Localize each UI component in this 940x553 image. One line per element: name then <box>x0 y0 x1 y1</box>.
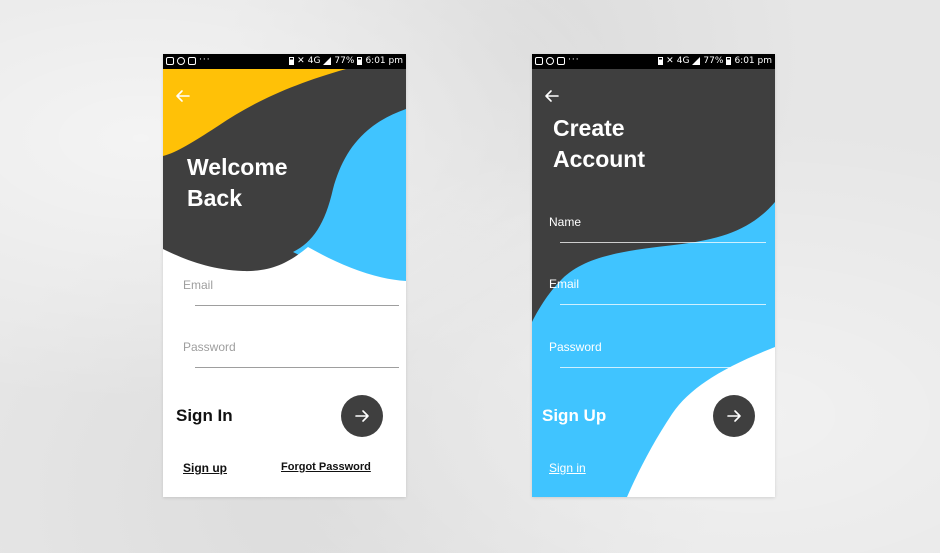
password-label: Password <box>183 340 236 354</box>
back-arrow-icon[interactable] <box>542 86 562 106</box>
signin-link[interactable]: Sign in <box>549 461 586 475</box>
arrow-right-icon <box>727 410 741 422</box>
title-line-2: Back <box>187 185 242 211</box>
battery-saver-icon <box>289 57 295 65</box>
gallery-icon <box>535 56 543 65</box>
signin-screen: ··· ✕ 4G 77% 6:01 pm Welcome Back Email … <box>163 54 406 497</box>
password-field[interactable] <box>195 367 399 368</box>
whatsapp-icon <box>546 56 554 65</box>
battery-icon <box>726 57 732 65</box>
status-bar: ··· ✕ 4G 77% 6:01 pm <box>163 54 406 69</box>
more-notifications-icon: ··· <box>568 55 580 65</box>
email-field[interactable] <box>560 304 766 305</box>
signal-icon <box>323 57 332 65</box>
forgot-password-link[interactable]: Forgot Password <box>281 461 371 473</box>
name-field[interactable] <box>560 242 766 243</box>
title-line-2: Account <box>553 146 645 172</box>
title-line-1: Create <box>553 115 625 141</box>
status-bar: ··· ✕ 4G 77% 6:01 pm <box>532 54 775 69</box>
page-title: Welcome Back <box>187 152 288 214</box>
signup-link[interactable]: Sign up <box>183 461 227 475</box>
mute-icon: ✕ <box>666 56 674 66</box>
email-field[interactable] <box>195 305 399 306</box>
instagram-icon <box>188 56 196 65</box>
more-notifications-icon: ··· <box>199 55 211 65</box>
back-arrow-icon[interactable] <box>173 86 193 106</box>
email-label: Email <box>183 278 214 292</box>
network-indicator: 4G <box>307 56 321 66</box>
battery-saver-icon <box>658 57 664 65</box>
instagram-icon <box>557 56 565 65</box>
signup-screen: ··· ✕ 4G 77% 6:01 pm Create Account Name… <box>532 54 775 497</box>
gallery-icon <box>166 56 174 65</box>
battery-percent: 77% <box>334 56 355 66</box>
password-label: Password <box>549 340 602 354</box>
battery-icon <box>357 57 363 65</box>
name-label: Name <box>549 215 582 229</box>
password-field[interactable] <box>560 367 766 368</box>
title-line-1: Welcome <box>187 154 288 180</box>
page-title: Create Account <box>553 113 645 175</box>
signin-label: Sign In <box>176 406 233 425</box>
battery-percent: 77% <box>703 56 724 66</box>
network-indicator: 4G <box>676 56 690 66</box>
signal-icon <box>692 57 701 65</box>
mute-icon: ✕ <box>297 56 305 66</box>
signin-submit-button[interactable] <box>341 395 383 437</box>
arrow-right-icon <box>355 410 369 422</box>
signup-label: Sign Up <box>542 406 607 425</box>
clock: 6:01 pm <box>365 56 403 66</box>
email-label: Email <box>549 277 580 291</box>
signup-submit-button[interactable] <box>713 395 755 437</box>
whatsapp-icon <box>177 56 185 65</box>
clock: 6:01 pm <box>734 56 772 66</box>
